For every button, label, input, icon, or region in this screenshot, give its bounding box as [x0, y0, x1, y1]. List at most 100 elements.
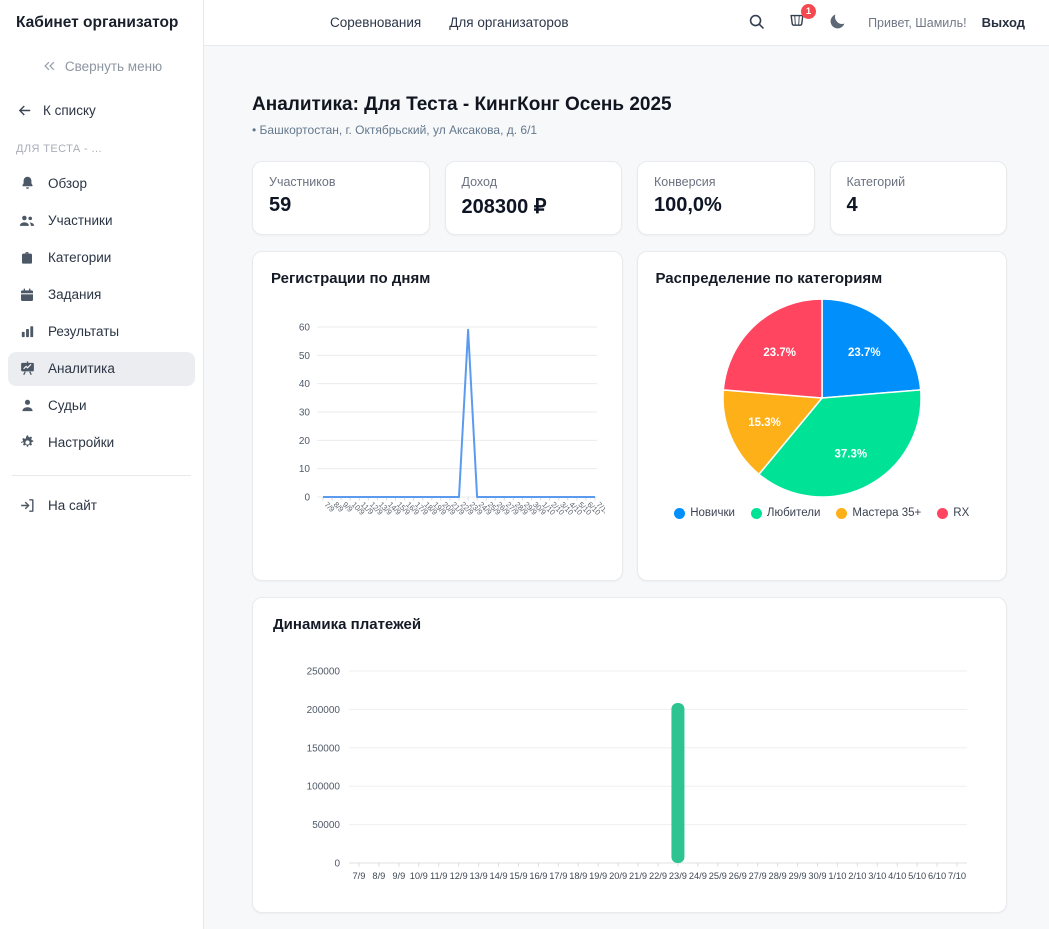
svg-text:12/9: 12/9 [450, 871, 468, 881]
svg-text:11/9: 11/9 [430, 871, 447, 881]
sidebar-item-overview[interactable]: Обзор [8, 167, 195, 201]
svg-text:19/9: 19/9 [589, 871, 607, 881]
svg-text:20: 20 [299, 436, 311, 447]
svg-text:10: 10 [299, 464, 311, 475]
legend-item[interactable]: RX [937, 507, 969, 519]
legend-label: Любители [766, 507, 821, 519]
user-greeting: Привет, Шамиль! [868, 15, 967, 30]
svg-text:0: 0 [304, 493, 310, 504]
legend-item[interactable]: Мастера 35+ [836, 507, 921, 519]
svg-text:200000: 200000 [307, 705, 341, 716]
payments-chart-title: Динамика платежей [273, 616, 422, 633]
svg-text:23.7%: 23.7% [763, 347, 796, 359]
back-to-list-label: К списку [43, 103, 96, 118]
sidebar-item-label: Аналитика [48, 361, 115, 376]
svg-text:50000: 50000 [312, 820, 340, 831]
sidebar-item-results[interactable]: Результаты [8, 315, 195, 349]
calendar-icon [18, 286, 36, 304]
back-to-list-link[interactable]: К списку [0, 102, 203, 119]
arrow-left-icon [16, 102, 33, 119]
svg-text:20/9: 20/9 [609, 871, 627, 881]
collapse-menu-button[interactable]: Свернуть меню [0, 58, 203, 74]
app-title: Кабинет организатор [16, 14, 179, 31]
stat-value: 59 [269, 194, 292, 216]
svg-text:13/9: 13/9 [470, 871, 488, 881]
user-icon [18, 397, 36, 415]
sidebar-item-label: Категории [48, 250, 112, 265]
legend-label: RX [953, 507, 970, 519]
pie-legend: Новички Любители Мастера 35+ RX [656, 507, 989, 519]
svg-text:25/9: 25/9 [709, 871, 727, 881]
cart-button[interactable]: 1 [787, 4, 817, 34]
svg-text:21/9: 21/9 [629, 871, 647, 881]
sidebar-item-analytics[interactable]: Аналитика [8, 351, 195, 386]
sidebar-item-label: Настройки [48, 435, 115, 450]
sidebar-item-tasks[interactable]: Задания [8, 278, 195, 312]
stat-value: 4 [846, 194, 858, 216]
svg-text:23/9: 23/9 [669, 871, 687, 881]
legend-item[interactable]: Любители [750, 507, 821, 519]
svg-text:15/9: 15/9 [509, 871, 527, 881]
sidebar-item-label: Обзор [48, 176, 87, 191]
svg-text:28/9: 28/9 [769, 871, 787, 881]
svg-text:29/9: 29/9 [788, 871, 806, 881]
sidebar-item-settings[interactable]: Настройки [8, 426, 195, 460]
sidebar-divider [12, 475, 191, 476]
main-area: Соревнования Для организаторов 1 Привет,… [204, 0, 1049, 929]
svg-text:150000: 150000 [307, 743, 341, 754]
svg-text:22/9: 22/9 [649, 871, 667, 881]
charts-row: Регистрации по дням 0 10 20 30 40 50 60 7/9 8/9 9… [252, 251, 1007, 581]
event-address: • Башкортостан, г. Октябрьский, ул Аксак… [252, 123, 538, 137]
stat-label: Доход [461, 175, 498, 189]
briefcase-icon [18, 249, 36, 267]
cart-badge: 1 [801, 4, 817, 19]
svg-text:23.7%: 23.7% [848, 347, 881, 359]
sidebar-section-label: ДЛЯ ТЕСТА - ... [16, 143, 102, 155]
svg-text:26/9: 26/9 [729, 871, 747, 881]
to-site-label: На сайт [48, 497, 97, 513]
gear-icon [18, 434, 36, 452]
legend-label: Новички [690, 507, 735, 519]
sidebar-item-to-site[interactable]: На сайт [8, 488, 195, 522]
legend-dot [937, 507, 949, 519]
svg-text:60: 60 [299, 323, 311, 334]
sidebar-item-label: Задания [48, 287, 102, 302]
nav-competitions[interactable]: Соревнования [330, 15, 421, 30]
svg-text:7/9: 7/9 [352, 871, 365, 881]
presentation-icon [18, 360, 36, 378]
sidebar-item-judges[interactable]: Судьи [8, 389, 195, 423]
categories-chart-card: Распределение по категориям 23.7% 37.3% 15… [636, 251, 1007, 581]
svg-text:5/10: 5/10 [908, 871, 926, 881]
payments-bar-chart: 0 50000 100000 150000 200000 250000 7/9 8/9 9/9 1… [273, 647, 986, 902]
svg-text:17/9: 17/9 [549, 871, 567, 881]
dark-mode-toggle[interactable] [828, 12, 847, 34]
stat-label: Конверсия [654, 175, 716, 189]
stat-card-categories: Категорий 4 [829, 161, 1007, 235]
logout-link[interactable]: Выход [982, 15, 1025, 30]
stat-label: Участников [269, 175, 336, 189]
svg-text:40: 40 [299, 379, 311, 390]
svg-text:8/9: 8/9 [372, 871, 385, 881]
svg-text:14/9: 14/9 [489, 871, 507, 881]
sidebar-item-label: Судьи [48, 398, 87, 413]
nav-for-organizers[interactable]: Для организаторов [449, 15, 568, 30]
svg-text:27/9: 27/9 [749, 871, 767, 881]
content: Аналитика: Для Теста - КингКонг Осень 20… [204, 46, 1049, 929]
registrations-chart-title: Регистрации по дням [271, 270, 431, 287]
svg-text:0: 0 [334, 859, 340, 870]
sidebar-item-categories[interactable]: Категории [8, 241, 195, 275]
svg-text:30/9: 30/9 [808, 871, 826, 881]
svg-text:250000: 250000 [307, 667, 341, 678]
legend-dot [836, 507, 848, 519]
stat-value: 208300 ₽ [461, 196, 547, 218]
search-button[interactable] [747, 12, 766, 34]
sidebar-item-participants[interactable]: Участники [8, 204, 195, 238]
svg-text:10/9: 10/9 [410, 871, 428, 881]
svg-text:24/9: 24/9 [689, 871, 707, 881]
svg-text:30: 30 [299, 408, 311, 419]
moon-icon [828, 12, 847, 34]
svg-text:15.3%: 15.3% [748, 417, 781, 429]
svg-text:3/10: 3/10 [868, 871, 886, 881]
legend-item[interactable]: Новички [674, 507, 735, 519]
svg-text:2/10: 2/10 [848, 871, 866, 881]
